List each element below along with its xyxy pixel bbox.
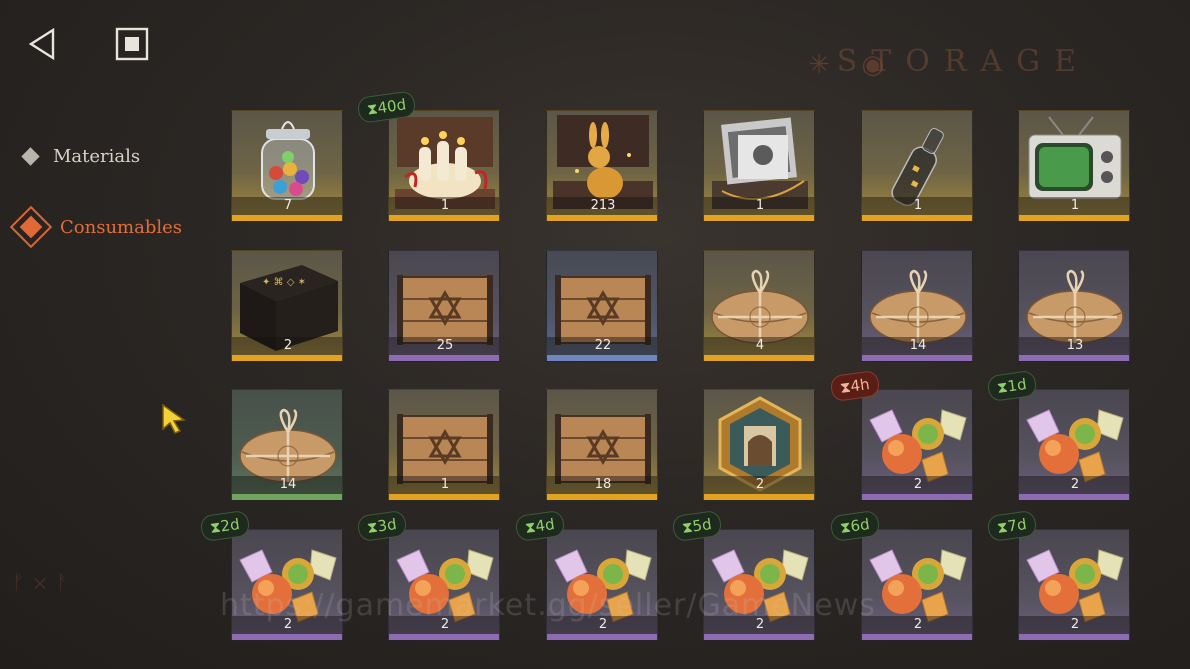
item-slot-wooden-crate[interactable]: 1	[388, 389, 500, 501]
item-slot-wooden-crate[interactable]: 22	[546, 250, 658, 362]
rarity-bar	[1019, 355, 1129, 361]
item-count: 22	[547, 337, 657, 355]
item-slot-candy-fruit[interactable]: 2	[861, 529, 973, 641]
rarity-bar	[232, 494, 342, 500]
item-slot-candy-fruit[interactable]: 2	[703, 529, 815, 641]
rarity-bar	[232, 355, 342, 361]
sidebar-item-materials[interactable]: Materials	[21, 146, 141, 167]
item-count: 1	[704, 197, 814, 215]
item-slot-wrapped-parcel[interactable]: 14	[861, 250, 973, 362]
item-slot-wrapped-parcel[interactable]: 14	[231, 389, 343, 501]
sun-emblem-icon: ✳	[808, 50, 830, 80]
item-slot-candle-gift-box[interactable]: 1	[388, 110, 500, 222]
rarity-bar	[389, 215, 499, 221]
item-slot-wrapped-parcel[interactable]: 4	[703, 250, 815, 362]
item-count: 13	[1019, 337, 1129, 355]
item-slot-jar-of-marbles[interactable]: 7	[231, 110, 343, 222]
rarity-bar	[704, 494, 814, 500]
home-button[interactable]	[112, 24, 152, 64]
top-bar: ✳ ◉ STORAGE	[0, 0, 1190, 90]
page-title: STORAGE	[836, 44, 1090, 79]
item-count: 14	[232, 476, 342, 494]
svg-text:✦ ⌘ ◇ ✶: ✦ ⌘ ◇ ✶	[262, 277, 306, 288]
item-count: 1	[389, 197, 499, 215]
item-count: 213	[547, 197, 657, 215]
item-slot-candy-fruit[interactable]: 2	[388, 529, 500, 641]
rarity-bar	[547, 215, 657, 221]
rarity-bar	[1019, 634, 1129, 640]
rarity-bar	[704, 634, 814, 640]
watermark: https://gamemarket.gg/seller/GameNews	[220, 588, 876, 623]
item-count: 1	[862, 197, 972, 215]
corner-glyphs: ᚠ✕ᚨ	[12, 570, 78, 594]
item-count: 2	[704, 476, 814, 494]
item-slot-candy-fruit[interactable]: 2	[1018, 529, 1130, 641]
rarity-bar	[862, 494, 972, 500]
item-slot-old-television[interactable]: 1	[1018, 110, 1130, 222]
item-slot-hexagon-emblem[interactable]: 2	[703, 389, 815, 501]
sidebar-item-label: Consumables	[60, 216, 183, 238]
sidebar-item-label: Materials	[53, 146, 141, 167]
item-slot-message-bottle[interactable]: 1	[861, 110, 973, 222]
rarity-bar	[862, 634, 972, 640]
item-count: 2	[862, 476, 972, 494]
rarity-bar	[1019, 494, 1129, 500]
rarity-bar	[547, 634, 657, 640]
item-slot-candy-fruit[interactable]: 2	[546, 529, 658, 641]
item-count: 2	[862, 616, 972, 634]
item-count: 2	[1019, 476, 1129, 494]
item-count: 7	[232, 197, 342, 215]
item-slot-rune-table[interactable]: ✦ ⌘ ◇ ✶ 2	[231, 250, 343, 362]
item-slot-candy-fruit[interactable]: 2	[861, 389, 973, 501]
item-slot-candy-fruit[interactable]: 2	[231, 529, 343, 641]
item-count: 4	[704, 337, 814, 355]
diamond-icon	[21, 147, 40, 166]
rarity-bar	[547, 494, 657, 500]
rarity-bar	[704, 355, 814, 361]
item-count: 2	[1019, 616, 1129, 634]
item-count: 14	[862, 337, 972, 355]
rarity-bar	[704, 215, 814, 221]
back-button[interactable]	[22, 24, 62, 64]
item-slot-wrapped-parcel[interactable]: 13	[1018, 250, 1130, 362]
rarity-bar	[1019, 215, 1129, 221]
rarity-bar	[389, 494, 499, 500]
item-count: 18	[547, 476, 657, 494]
rarity-bar	[389, 355, 499, 361]
item-slot-candy-fruit[interactable]: 2	[1018, 389, 1130, 501]
rarity-bar	[547, 355, 657, 361]
rarity-bar	[389, 634, 499, 640]
rarity-bar	[232, 215, 342, 221]
item-count: 1	[1019, 197, 1129, 215]
item-slot-wooden-crate[interactable]: 25	[388, 250, 500, 362]
item-count: 1	[389, 476, 499, 494]
item-slot-wooden-crate[interactable]: 18	[546, 389, 658, 501]
item-count: 2	[232, 337, 342, 355]
rarity-bar	[862, 355, 972, 361]
back-triangle-icon	[28, 27, 55, 61]
square-stop-icon	[115, 27, 149, 61]
rarity-bar	[862, 215, 972, 221]
active-diamond-icon	[9, 205, 53, 249]
item-count: 25	[389, 337, 499, 355]
item-slot-photo-box[interactable]: 1	[703, 110, 815, 222]
rarity-bar	[232, 634, 342, 640]
sidebar-item-consumables[interactable]: Consumables	[9, 205, 183, 249]
item-slot-golden-rabbit-box[interactable]: 213	[546, 110, 658, 222]
pointer-cursor-icon	[160, 402, 188, 438]
